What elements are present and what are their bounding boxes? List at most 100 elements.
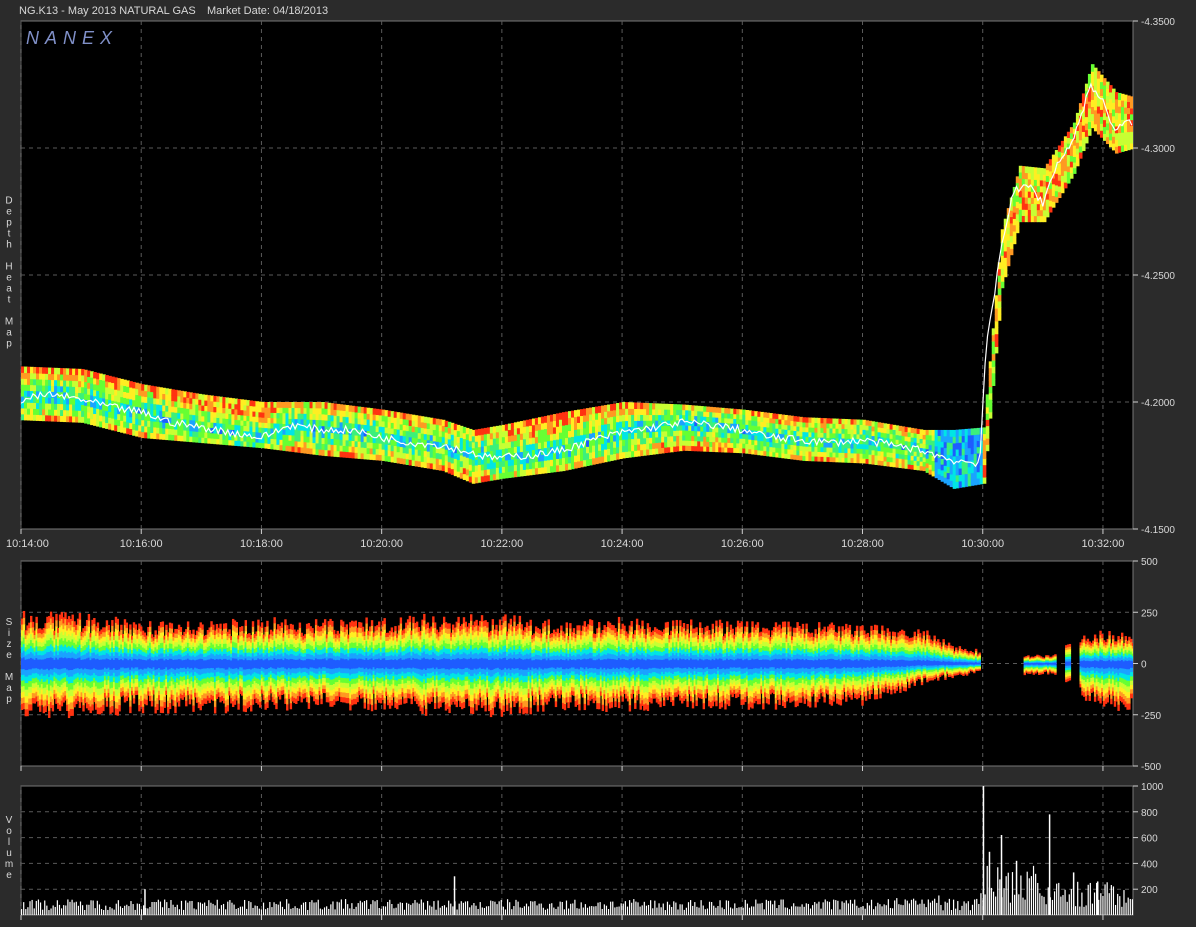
depth-cell	[997, 294, 1002, 302]
bid-size-cell	[129, 706, 132, 714]
ask-size-cell	[170, 623, 174, 629]
ask-size-cell	[149, 621, 152, 627]
ask-size-cell	[22, 610, 26, 618]
depth-cell	[988, 411, 993, 419]
ask-size-cell	[165, 624, 168, 631]
depth-cell	[991, 353, 996, 361]
depth-cell	[982, 452, 987, 459]
ask-size-cell	[116, 624, 119, 631]
depth-cell	[1015, 226, 1020, 234]
depth-cell	[1087, 128, 1092, 136]
ask-size-cell	[116, 618, 119, 625]
bid-size-cell	[102, 698, 105, 706]
bid-size-cell	[163, 696, 166, 703]
depth-cell	[982, 477, 987, 484]
bid-size-cell	[105, 701, 109, 707]
bid-size-cell	[91, 704, 94, 711]
depth-cell	[988, 386, 993, 394]
bid-size-cell	[192, 705, 195, 712]
bid-size-cell	[82, 705, 85, 712]
ask-size-cell	[51, 616, 55, 624]
depth-cell	[1075, 159, 1080, 167]
depth-cell	[982, 470, 987, 478]
ask-size-cell	[129, 624, 132, 630]
ask-size-cell	[93, 618, 96, 625]
bid-size-cell	[145, 699, 148, 706]
bid-size-cell	[132, 698, 136, 704]
ask-size-cell	[31, 621, 35, 628]
bid-size-cell	[129, 700, 132, 707]
depth-cell	[1084, 136, 1089, 144]
bid-size-cell	[71, 708, 74, 716]
ask-size-cell	[125, 622, 128, 629]
bid-size-cell	[118, 705, 121, 712]
depth-cell	[997, 313, 1002, 321]
ask-size-cell	[55, 620, 58, 627]
ask-size-cell	[161, 626, 165, 633]
depth-cell	[991, 366, 996, 374]
depth-cell	[991, 372, 996, 380]
ask-size-cell	[129, 629, 132, 635]
depth-cell	[1003, 270, 1008, 278]
ask-size-cell	[78, 613, 82, 620]
ask-size-cell	[78, 625, 82, 633]
depth-cell	[994, 320, 999, 328]
ask-size-cell	[22, 617, 26, 625]
bid-size-cell	[150, 700, 154, 707]
ask-size-cell	[64, 612, 67, 620]
ask-size-cell	[87, 626, 91, 633]
ask-size-cell	[30, 615, 33, 623]
depth-cell	[985, 431, 990, 439]
ask-size-cell	[201, 629, 204, 635]
depth-cell	[985, 444, 990, 452]
ask-size-cell	[35, 616, 38, 624]
chart-svg: -4.1500-4.2000-4.2500-4.3000-4.3500Depth…	[5, 17, 1175, 920]
bid-size-cell	[192, 699, 195, 706]
chart-window: NG.K13 - May 2013 NATURAL GAS Market Dat…	[0, 0, 1196, 927]
ask-size-cell	[51, 622, 55, 629]
depth-cell	[1000, 281, 1005, 289]
ask-size-cell	[78, 619, 82, 627]
bid-size-cell	[168, 703, 172, 710]
ask-size-cell	[71, 614, 74, 622]
ask-size-cell	[192, 629, 195, 635]
depth-cell	[988, 405, 993, 413]
depth-cell	[991, 379, 996, 386]
ask-size-cell	[186, 621, 190, 628]
bid-size-cell	[156, 703, 159, 711]
bid-size-cell	[141, 706, 145, 714]
ask-size-cell	[87, 620, 91, 627]
bid-size-cell	[51, 699, 55, 706]
depth-cell	[997, 288, 1002, 296]
depth-cell	[994, 327, 999, 335]
bid-size-cell	[150, 695, 154, 702]
depth-cell	[997, 307, 1002, 315]
depth-cell	[982, 458, 987, 466]
bid-size-cell	[118, 699, 121, 706]
depth-cell	[988, 392, 993, 400]
ask-size-cell	[120, 624, 123, 631]
ask-size-cell	[55, 613, 58, 621]
depth-cell	[1081, 144, 1086, 152]
ask-size-cell	[125, 627, 128, 634]
ask-size-cell	[111, 620, 114, 626]
ask-size-cell	[134, 624, 138, 630]
bid-size-cell	[177, 700, 181, 707]
bid-size-cell	[44, 705, 47, 713]
depth-cell	[994, 333, 999, 341]
bid-size-cell	[78, 702, 82, 709]
depth-cell	[985, 419, 990, 427]
depth-cell	[997, 300, 1002, 308]
ask-size-cell	[96, 622, 100, 628]
ask-size-cell	[201, 624, 204, 630]
bid-size-cell	[174, 706, 177, 714]
ask-size-cell	[149, 626, 152, 633]
ask-size-cell	[111, 625, 114, 632]
depth-cell	[985, 425, 990, 433]
ask-size-cell	[161, 621, 165, 628]
depth-cell	[985, 438, 990, 445]
bid-size-cell	[51, 705, 55, 712]
bid-size-cell	[163, 702, 166, 708]
depth-cell	[1078, 152, 1083, 159]
bid-size-cell	[111, 706, 114, 713]
